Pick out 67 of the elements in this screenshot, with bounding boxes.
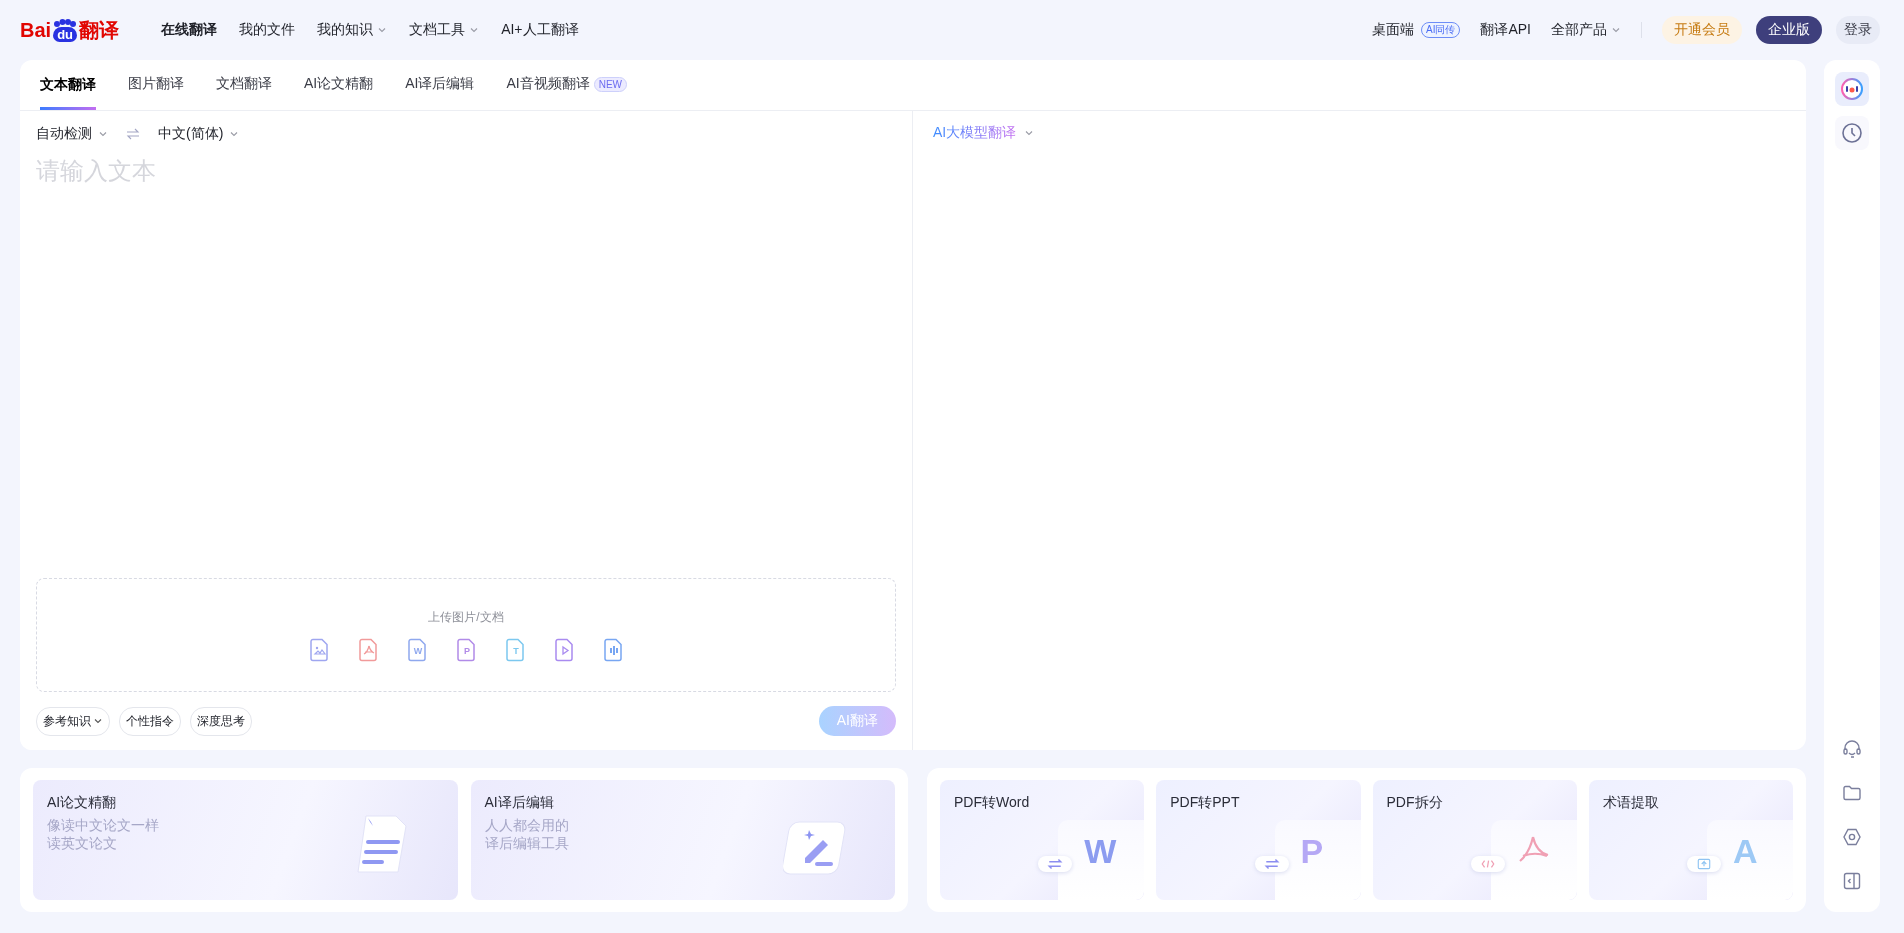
caret-icon [229,129,240,139]
nav-link[interactable]: 我的文件 [239,21,296,39]
caret-icon [1024,128,1035,138]
enterprise-button[interactable]: 企业版 [1756,16,1822,44]
headset-icon[interactable] [1841,738,1863,760]
tab[interactable]: AI论文精翻 [304,60,374,110]
glyph-icon: P [1300,832,1324,871]
login-button[interactable]: 登录 [1836,16,1880,44]
logo-text: Bai [20,18,52,42]
new-badge: NEW [593,76,628,92]
tab[interactable]: AI音视频翻译 NEW [506,60,628,110]
caret-icon [98,129,108,139]
nav-link[interactable]: AI+人工翻译 [501,21,579,39]
glyph-icon: A [1733,832,1758,871]
ai-badge: AI同传 [1420,22,1461,38]
tool-card[interactable]: PDF转Word W [940,780,1145,900]
nav-link[interactable]: 在线翻译 [161,21,218,39]
history-button[interactable] [1835,116,1869,150]
audio-file-icon[interactable] [602,637,624,662]
nav-link[interactable]: 桌面端 [1371,21,1414,39]
pdf-file-icon[interactable] [357,637,379,662]
glyph-icon: W [1084,832,1117,871]
card-title: PDF转PPT [1170,794,1240,812]
upload-label: 上传图片/文档 [428,608,504,626]
feature-card[interactable]: AI译后编辑 人人都会用的 译后编辑工具 [470,780,895,900]
card-description: 人人都会用的 译后编辑工具 [484,816,569,852]
tab[interactable]: AI译后编辑 [405,60,475,110]
clock-icon [1841,122,1863,144]
card-title: PDF拆分 [1386,794,1443,812]
logo-text: 翻译 [79,17,120,43]
tool-card[interactable]: PDF转PPT P [1156,780,1361,900]
card-title: PDF转Word [954,794,1030,812]
tool-card[interactable]: PDF拆分 [1372,780,1577,900]
nav-link[interactable]: 翻译API [1480,21,1531,39]
tab[interactable]: 文档翻译 [216,60,272,110]
settings-icon[interactable] [1841,826,1863,848]
caret-icon [377,25,388,35]
video-file-icon[interactable] [553,637,575,662]
feature-card[interactable]: AI论文精翻 像读中文论文一样 读英文论文 [33,780,458,900]
upload-icon [1687,856,1721,872]
swap-icon[interactable] [126,128,140,140]
card-title: AI论文精翻 [47,794,117,812]
paw-icon [52,18,79,27]
swap-icon [1254,856,1289,872]
nav-link[interactable]: 文档工具 [409,21,480,39]
tab[interactable]: 图片翻译 [128,60,184,110]
card-title: AI译后编辑 [484,794,554,812]
image-file-icon[interactable] [308,637,330,662]
assistant-button[interactable] [1835,72,1869,106]
nav-link[interactable]: 我的知识 [317,21,388,39]
robot-icon [1840,77,1864,101]
code-icon [1470,856,1505,872]
tool-card[interactable]: 术语提取 A [1588,780,1793,900]
caret-icon [469,25,480,35]
card-title: 术语提取 [1602,794,1659,812]
card-description: 像读中文论文一样 读英文论文 [47,816,159,852]
logo-mark: du [53,26,78,42]
collapse-panel-icon[interactable] [1841,870,1863,892]
nav-link[interactable]: 全部产品 [1551,21,1621,39]
option-chip[interactable]: 个性指令 [119,706,181,736]
option-chip[interactable]: 参考知识 [36,706,110,736]
source-language-select[interactable]: 自动检测 [36,125,118,143]
option-chip[interactable]: 深度思考 [190,706,252,736]
caret-icon [1611,25,1621,35]
target-language-select[interactable]: 中文(简体) [158,125,250,143]
swap-icon [1038,856,1073,872]
caret-icon [93,716,103,726]
